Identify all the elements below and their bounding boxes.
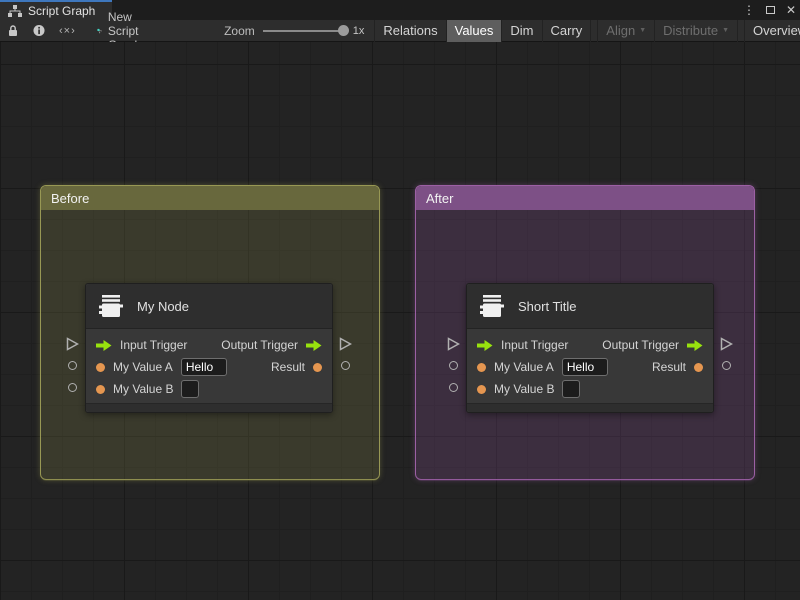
value-a-port[interactable] bbox=[449, 361, 458, 370]
value-a-port[interactable] bbox=[68, 361, 77, 370]
value-b-label: My Value B bbox=[494, 382, 555, 396]
trigger-arrow-icon bbox=[306, 339, 322, 351]
value-b-port[interactable] bbox=[449, 383, 458, 392]
zoom-slider[interactable] bbox=[262, 25, 349, 36]
trigger-output-port[interactable] bbox=[339, 337, 352, 351]
script-graph-icon bbox=[97, 28, 102, 33]
node-footer bbox=[86, 403, 332, 412]
value-port-icon bbox=[477, 384, 486, 394]
overview-button[interactable]: Overview bbox=[744, 19, 800, 42]
toolbar-separator bbox=[737, 19, 744, 42]
toolbar-buttons: Relations Values Dim Carry Align ▼ Distr… bbox=[374, 19, 800, 42]
value-port-icon bbox=[313, 362, 322, 372]
chevron-down-icon: ▼ bbox=[639, 27, 647, 34]
output-trigger-label: Output Trigger bbox=[602, 338, 679, 352]
trigger-row: Input Trigger Output Trigger bbox=[86, 334, 332, 356]
value-a-input[interactable] bbox=[561, 358, 608, 376]
node-box[interactable]: My Node Input Trigger Output Trigger My … bbox=[85, 283, 333, 413]
node-footer bbox=[467, 403, 713, 412]
menu-icon[interactable]: ⋮ bbox=[743, 4, 755, 16]
toolbar: ‹×› New Script Graph Zoom 1x Relations V… bbox=[0, 10, 800, 52]
result-port[interactable] bbox=[722, 361, 731, 370]
unit-node-icon bbox=[99, 295, 123, 317]
value-a-label: My Value A bbox=[113, 360, 173, 374]
distribute-label: Distribute bbox=[663, 23, 719, 38]
node-body: Input Trigger Output Trigger My Value A … bbox=[86, 329, 332, 403]
value-a-input[interactable] bbox=[180, 358, 227, 376]
maximize-icon[interactable] bbox=[764, 6, 776, 14]
chevron-down-icon: ▼ bbox=[722, 27, 730, 34]
relations-button[interactable]: Relations bbox=[374, 19, 445, 42]
node-short-title[interactable]: Short Title Input Trigger Output Trigger bbox=[447, 283, 733, 413]
trigger-arrow-icon bbox=[687, 339, 703, 351]
node-header[interactable]: My Node bbox=[86, 284, 332, 329]
lock-icon bbox=[9, 25, 17, 36]
trigger-arrow-icon bbox=[477, 339, 493, 351]
align-dropdown[interactable]: Align ▼ bbox=[597, 19, 654, 42]
trigger-output-port[interactable] bbox=[720, 337, 733, 351]
value-b-input[interactable] bbox=[181, 380, 200, 398]
node-body: Input Trigger Output Trigger My Value A … bbox=[467, 329, 713, 403]
result-label: Result bbox=[270, 360, 305, 374]
zoom-label: Zoom bbox=[224, 23, 255, 38]
window-controls: ⋮ ✕ bbox=[743, 0, 797, 20]
input-trigger-label: Input Trigger bbox=[120, 338, 188, 352]
group-after-header[interactable]: After bbox=[416, 186, 754, 210]
value-port-icon bbox=[477, 362, 486, 372]
result-label: Result bbox=[651, 360, 686, 374]
value-b-port[interactable] bbox=[68, 383, 77, 392]
value-b-label: My Value B bbox=[113, 382, 174, 396]
graph-canvas[interactable]: Before After My Node Input Trigger Outpu… bbox=[0, 42, 800, 600]
zoom-slider-handle[interactable] bbox=[337, 25, 349, 36]
value-port-icon bbox=[96, 362, 105, 372]
align-label: Align bbox=[606, 23, 636, 38]
value-b-row: My Value B bbox=[467, 378, 713, 400]
value-port-icon bbox=[694, 362, 703, 372]
script-graph-window: Script Graph ⋮ ✕ ‹×› New Script Zoom 1x … bbox=[0, 0, 800, 600]
zoom-value: 1x bbox=[352, 24, 365, 37]
group-before-header[interactable]: Before bbox=[41, 186, 379, 210]
value-a-row: My Value A Result bbox=[86, 356, 332, 378]
node-box[interactable]: Short Title Input Trigger Output Trigger bbox=[466, 283, 714, 413]
trigger-arrow-icon bbox=[96, 339, 112, 351]
node-header[interactable]: Short Title bbox=[467, 284, 713, 329]
code-preview-button[interactable]: ‹×› bbox=[52, 20, 83, 42]
unit-node-icon bbox=[480, 295, 504, 317]
trigger-input-port[interactable] bbox=[66, 337, 79, 351]
value-a-label: My Value A bbox=[494, 360, 554, 374]
distribute-dropdown[interactable]: Distribute ▼ bbox=[654, 19, 737, 42]
node-title: Short Title bbox=[518, 298, 577, 314]
inspect-button[interactable] bbox=[26, 20, 52, 42]
value-port-icon bbox=[96, 384, 105, 394]
close-icon[interactable]: ✕ bbox=[785, 4, 797, 16]
values-button[interactable]: Values bbox=[445, 19, 502, 42]
node-title: My Node bbox=[137, 298, 190, 314]
zoom-control: Zoom 1x bbox=[224, 24, 364, 38]
info-icon bbox=[33, 24, 45, 37]
graph-hierarchy-icon bbox=[8, 5, 22, 17]
trigger-row: Input Trigger Output Trigger bbox=[467, 334, 713, 356]
input-trigger-label: Input Trigger bbox=[501, 338, 569, 352]
node-my-node[interactable]: My Node Input Trigger Output Trigger My … bbox=[66, 283, 352, 413]
value-b-row: My Value B bbox=[86, 378, 332, 400]
output-trigger-label: Output Trigger bbox=[221, 338, 298, 352]
carry-button[interactable]: Carry bbox=[541, 19, 591, 42]
dim-button[interactable]: Dim bbox=[501, 19, 541, 42]
value-b-input[interactable] bbox=[562, 380, 581, 398]
group-title: Before bbox=[51, 190, 90, 206]
result-port[interactable] bbox=[341, 361, 350, 370]
trigger-input-port[interactable] bbox=[447, 337, 460, 351]
lock-button[interactable] bbox=[0, 20, 26, 42]
value-a-row: My Value A Result bbox=[467, 356, 713, 378]
toolbar-separator bbox=[590, 19, 597, 42]
group-title: After bbox=[426, 190, 454, 206]
